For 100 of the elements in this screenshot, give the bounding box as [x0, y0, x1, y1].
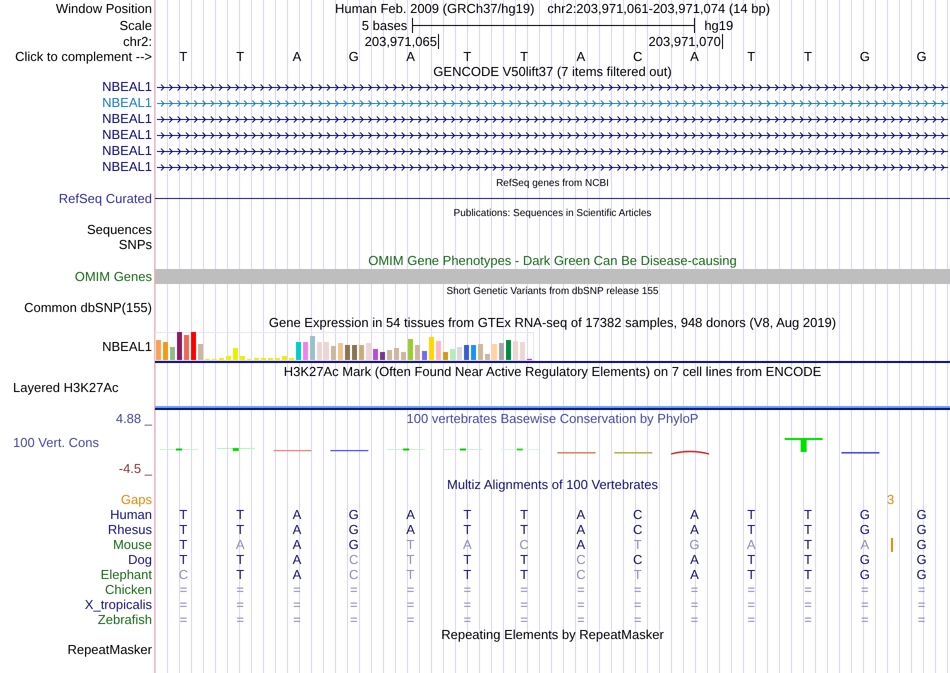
expression-bar[interactable]	[513, 341, 518, 360]
base-letter: T	[236, 50, 244, 64]
alignment-base: T	[520, 508, 528, 522]
track-label[interactable]: NBEAL1	[102, 128, 152, 142]
expression-bar[interactable]	[408, 339, 413, 360]
expression-bar[interactable]	[457, 347, 462, 360]
alignment-base: C	[632, 522, 642, 536]
species-label[interactable]: Mouse	[112, 538, 152, 552]
expression-bar[interactable]	[156, 340, 161, 360]
species-label[interactable]: Chicken	[105, 582, 152, 596]
expression-bar[interactable]	[471, 345, 476, 360]
species-label[interactable]: Dog	[128, 552, 152, 566]
track-label[interactable]: NBEAL1	[102, 96, 152, 110]
alignment-base: T	[520, 522, 528, 536]
expression-bar[interactable]	[191, 332, 196, 360]
expression-bar[interactable]	[499, 343, 504, 360]
expression-bar[interactable]	[163, 342, 168, 360]
track-label[interactable]: RefSeq Curated	[58, 192, 152, 206]
expression-bar[interactable]	[450, 349, 455, 360]
gene-feature[interactable]	[156, 116, 948, 122]
expression-bar[interactable]	[324, 342, 329, 360]
scale-text: 5 bases	[362, 18, 408, 32]
expression-bar[interactable]	[394, 348, 399, 360]
expression-bar[interactable]	[240, 356, 245, 360]
expression-bar[interactable]	[415, 345, 420, 360]
conservation-mark	[216, 448, 255, 451]
expression-bar[interactable]	[198, 344, 203, 360]
expression-bar[interactable]	[464, 345, 469, 360]
expression-bar[interactable]	[296, 342, 301, 360]
expression-bar[interactable]	[359, 345, 364, 360]
expression-bar[interactable]	[387, 350, 392, 360]
alignment-base: =	[861, 612, 869, 626]
gene-feature[interactable]	[156, 132, 948, 138]
alignment-base: T	[804, 522, 812, 536]
expression-bar[interactable]	[317, 342, 322, 360]
base-letter: G	[916, 50, 927, 64]
alignment-base: T	[463, 568, 472, 582]
alignment-base: =	[520, 612, 528, 626]
track-label[interactable]: NBEAL1	[102, 80, 152, 94]
expression-bar[interactable]	[429, 337, 434, 360]
gene-feature[interactable]	[156, 148, 948, 154]
gene-feature[interactable]	[156, 84, 948, 90]
alignment-base: =	[350, 612, 358, 626]
expression-bar[interactable]	[338, 343, 343, 360]
expression-bar[interactable]	[352, 345, 357, 360]
track-label[interactable]: NBEAL1	[102, 340, 152, 354]
track-label[interactable]: SNPs	[118, 238, 152, 252]
species-label[interactable]: Elephant	[100, 568, 152, 582]
alignment-base: T	[747, 568, 756, 582]
expression-bar[interactable]	[310, 336, 315, 360]
expression-bar[interactable]	[401, 352, 406, 360]
expression-bar[interactable]	[366, 343, 371, 360]
track-title: H3K27Ac Mark (Often Found Near Active Regulatory Elements) on 7 cell lines from ENCODE	[284, 365, 822, 379]
expression-bar[interactable]	[345, 345, 350, 360]
expression-bar[interactable]	[303, 342, 308, 360]
alignment-base: A	[236, 538, 244, 552]
expression-bar[interactable]	[170, 347, 175, 360]
phenotype-bar[interactable]	[155, 269, 950, 284]
track-label[interactable]: Common dbSNP(155)	[24, 300, 152, 314]
track-label[interactable]: Layered H3K27Ac	[13, 381, 119, 395]
species-label[interactable]: Rhesus	[108, 522, 152, 536]
expression-bar[interactable]	[177, 332, 182, 360]
alignment-base: C	[632, 508, 642, 522]
expression-bar[interactable]	[506, 340, 511, 360]
alignment-base: C	[576, 552, 586, 566]
gene-feature[interactable]	[156, 164, 948, 170]
complement-link[interactable]: Click to complement -->	[15, 50, 152, 64]
species-label[interactable]: X_tropicalis	[84, 598, 152, 612]
track-label[interactable]: OMIM Genes	[74, 270, 152, 284]
alignment-base: T	[520, 568, 528, 582]
expression-bar[interactable]	[520, 342, 525, 360]
track-label[interactable]: RepeatMasker	[67, 643, 152, 657]
alignment-base: =	[236, 598, 244, 612]
expression-bar[interactable]	[436, 341, 441, 360]
expression-bar[interactable]	[233, 348, 238, 360]
expression-bar[interactable]	[184, 335, 189, 360]
alignment-base: C	[576, 568, 586, 582]
expression-bar[interactable]	[331, 346, 336, 360]
expression-bar[interactable]	[492, 344, 497, 360]
expression-bar[interactable]	[373, 349, 378, 360]
expression-bar[interactable]	[380, 352, 385, 360]
expression-bar[interactable]	[485, 354, 490, 360]
base-letter: T	[179, 50, 188, 64]
track-label[interactable]: NBEAL1	[102, 160, 152, 174]
alignment-base: G	[348, 538, 359, 552]
track-label[interactable]: 100 Vert. Cons	[0, 435, 99, 451]
track-label[interactable]: NBEAL1	[102, 144, 152, 158]
expression-bar[interactable]	[443, 352, 448, 360]
alignment-base: G	[916, 508, 927, 522]
expression-bar[interactable]	[226, 356, 231, 360]
species-label[interactable]: Human	[110, 508, 152, 522]
track-label[interactable]: NBEAL1	[102, 112, 152, 126]
expression-bar[interactable]	[282, 356, 287, 360]
alignment-base: =	[236, 582, 244, 596]
base-letter: T	[747, 50, 756, 64]
track-label[interactable]: Sequences	[86, 223, 152, 237]
species-label[interactable]: Zebrafish	[98, 612, 152, 626]
expression-bar[interactable]	[422, 351, 427, 360]
expression-bar[interactable]	[478, 344, 483, 360]
alignment-base: T	[406, 568, 414, 582]
